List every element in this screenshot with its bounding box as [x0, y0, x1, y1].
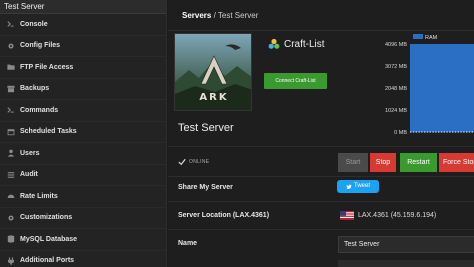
sidebar-item-label: FTP File Access	[20, 63, 74, 71]
sidebar-header: Test Server	[0, 0, 166, 14]
location-label: Server Location (LAX.4361)	[178, 212, 270, 219]
ram-area-series	[410, 44, 474, 132]
us-flag-icon	[340, 211, 354, 220]
next-field-input[interactable]	[338, 260, 474, 267]
sidebar-item-mysql-database[interactable]: MySQL Database	[0, 229, 166, 251]
sidebar-item-label: Customizations	[20, 214, 73, 222]
sidebar-item-rate-limits[interactable]: Rate Limits	[0, 186, 166, 208]
game-banner-image: ARK	[174, 33, 252, 111]
sidebar-item-label: Scheduled Tasks	[20, 128, 77, 136]
sidebar-item-label: Backups	[20, 85, 50, 93]
game-title-text: ARK	[199, 92, 228, 103]
breadcrumb-servers-link[interactable]: Servers	[182, 11, 211, 20]
sidebar-item-commands[interactable]: Commands	[0, 100, 166, 122]
twitter-bird-icon	[346, 184, 352, 189]
calendar-icon	[6, 127, 15, 136]
terminal-icon	[6, 106, 15, 115]
tweet-button[interactable]: Tweet	[337, 180, 379, 193]
gear-icon	[6, 41, 15, 50]
y-tick-label: 0 MB	[394, 130, 407, 136]
sidebar-item-label: Console	[20, 20, 48, 28]
force-stop-button[interactable]: Force Stop	[439, 153, 474, 172]
location-value: LAX.4361 (45.159.6.194)	[340, 211, 436, 220]
gauge-icon	[6, 192, 15, 201]
terminal-icon	[6, 20, 15, 29]
legend-label: RAM	[425, 35, 438, 41]
archive-icon	[6, 84, 15, 93]
row-divider	[168, 201, 474, 202]
legend-swatch	[413, 34, 423, 39]
sidebar-item-additional-ports[interactable]: Additional Ports	[0, 251, 166, 267]
breadcrumb: Servers / Test Server	[182, 11, 258, 20]
craftlist-title-text: Craft-List	[284, 38, 325, 50]
sidebar-item-users[interactable]: Users	[0, 143, 166, 165]
sidebar-item-label: Rate Limits	[20, 192, 58, 200]
row-divider	[168, 229, 474, 230]
sidebar-item-label: Users	[20, 149, 40, 157]
craftlist-logo-icon	[268, 38, 280, 49]
folder-icon	[6, 63, 15, 72]
check-icon	[178, 158, 186, 166]
main-panel: Servers / Test Server ARK Craft-List Con…	[168, 0, 474, 267]
plug-icon	[6, 256, 15, 265]
y-tick-label: 2048 MB	[385, 86, 407, 92]
server-title: Test Server	[178, 122, 234, 134]
craftlist-title: Craft-List	[268, 38, 325, 50]
server-name-input[interactable]: Test Server	[338, 236, 474, 253]
server-status: ONLINE	[178, 158, 209, 166]
sidebar-item-config-files[interactable]: Config Files	[0, 36, 166, 57]
sidebar-item-label: MySQL Database	[20, 235, 78, 243]
list-icon	[6, 170, 15, 179]
sidebar-item-label: Additional Ports	[20, 257, 75, 265]
sidebar-item-label: Config Files	[20, 42, 61, 50]
share-label: Share My Server	[178, 184, 233, 191]
stop-button[interactable]: Stop	[370, 153, 396, 172]
y-tick-label: 3072 MB	[385, 64, 407, 70]
start-button[interactable]: Start	[338, 153, 368, 172]
location-value-text: LAX.4361 (45.159.6.194)	[358, 212, 437, 219]
database-icon	[6, 235, 15, 244]
sidebar-item-ftp-file-access[interactable]: FTP File Access	[0, 57, 166, 79]
sidebar-item-backups[interactable]: Backups	[0, 79, 166, 100]
ram-usage-chart: 4096 MB 3072 MB 2048 MB 1024 MB 0 MB RAM	[385, 34, 474, 136]
tweet-label: Tweet	[353, 183, 370, 189]
breadcrumb-separator: /	[213, 11, 216, 20]
section-divider	[168, 146, 474, 147]
y-tick-label: 4096 MB	[385, 42, 407, 48]
sidebar-item-console[interactable]: Console	[0, 14, 166, 36]
sidebar-item-audit[interactable]: Audit	[0, 165, 166, 186]
breadcrumb-current: Test Server	[217, 11, 259, 20]
breadcrumb-divider	[168, 30, 474, 31]
name-label: Name	[178, 240, 198, 247]
user-icon	[6, 149, 15, 158]
sidebar-item-customizations[interactable]: Customizations	[0, 208, 166, 229]
sidebar-item-label: Audit	[20, 171, 38, 179]
restart-button[interactable]: Restart	[400, 153, 437, 172]
sidebar-item-label: Commands	[20, 106, 59, 114]
status-text: ONLINE	[189, 159, 210, 165]
gear-icon	[6, 213, 15, 222]
sidebar-item-scheduled-tasks[interactable]: Scheduled Tasks	[0, 122, 166, 143]
row-divider	[168, 176, 474, 177]
sidebar: Test Server Console Config Files FTP File …	[0, 0, 167, 267]
connect-craftlist-button[interactable]: Connect Craft-List	[264, 73, 327, 89]
y-tick-label: 1024 MB	[385, 108, 407, 114]
